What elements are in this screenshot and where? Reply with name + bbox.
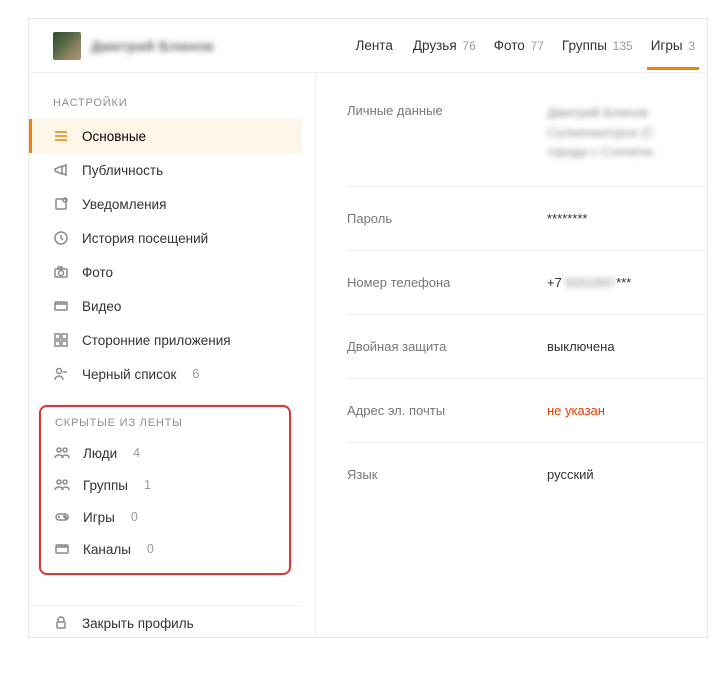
sidebar-item-history[interactable]: История посещений (29, 221, 301, 255)
sidebar-item-count: 4 (133, 446, 140, 460)
gamepad-icon (53, 508, 71, 526)
sidebar-item-label: Фото (82, 265, 113, 280)
sidebar-item-label: История посещений (82, 231, 208, 246)
nav-count: 77 (531, 39, 544, 53)
row-personal-data[interactable]: Личные данные Дмитрий Блинов Солнечногор… (347, 97, 707, 187)
sidebar-item-label: Группы (83, 478, 128, 493)
sidebar-item-count: 1 (144, 478, 151, 492)
nav-count: 135 (613, 39, 633, 53)
people-icon (53, 444, 71, 462)
main-panel: Личные данные Дмитрий Блинов Солнечногор… (317, 97, 707, 637)
row-phone[interactable]: Номер телефона +7 9261897*** (347, 251, 707, 315)
sidebar-item-label: Видео (82, 299, 121, 314)
sidebar-item-label: Сторонние приложения (82, 333, 231, 348)
row-label: Адрес эл. почты (347, 403, 547, 418)
lock-icon (52, 614, 70, 632)
nav-feed[interactable]: Лента (355, 38, 394, 53)
row-value: русский (547, 467, 707, 482)
top-bar: Дмитрий Блинов Лента Друзья 76 Фото 77 Г… (29, 19, 707, 73)
apps-icon (52, 331, 70, 349)
row-label: Номер телефона (347, 275, 547, 290)
bell-icon (52, 195, 70, 213)
nav-games[interactable]: Игры 3 (651, 38, 695, 53)
video-icon (52, 297, 70, 315)
top-nav: Лента Друзья 76 Фото 77 Группы 135 Игры … (355, 38, 695, 53)
nav-count: 76 (462, 39, 475, 53)
nav-groups[interactable]: Группы 135 (562, 38, 633, 53)
sidebar-item-label: Уведомления (82, 197, 166, 212)
row-label: Язык (347, 467, 547, 482)
row-password[interactable]: Пароль ******** (347, 187, 707, 251)
video-icon (53, 540, 71, 558)
sidebar-item-label: Публичность (82, 163, 163, 178)
sidebar-item-count: 0 (147, 542, 154, 556)
hidden-item-channels[interactable]: Каналы 0 (41, 533, 289, 565)
row-2fa[interactable]: Двойная защита выключена (347, 315, 707, 379)
sidebar-item-close-profile[interactable]: Закрыть профиль (29, 606, 301, 638)
sidebar-item-photo[interactable]: Фото (29, 255, 301, 289)
sidebar-item-count: 6 (192, 367, 199, 381)
people-icon (53, 476, 71, 494)
sidebar-section-settings: НАСТРОЙКИ (29, 97, 301, 119)
row-value: +7 9261897*** (547, 275, 707, 290)
sidebar-item-label: Черный список (82, 367, 176, 382)
row-value: выключена (547, 339, 707, 354)
menu-icon (52, 127, 70, 145)
nav-label: Лента (355, 38, 392, 53)
sidebar-item-apps[interactable]: Сторонние приложения (29, 323, 301, 357)
history-icon (52, 229, 70, 247)
blacklist-icon (52, 365, 70, 383)
sidebar-item-blacklist[interactable]: Черный список 6 (29, 357, 301, 391)
nav-label: Фото (494, 38, 525, 53)
username[interactable]: Дмитрий Блинов (91, 38, 214, 54)
sidebar-item-label: Люди (83, 446, 117, 461)
row-value: не указан (547, 403, 707, 418)
sidebar-section-hidden: СКРЫТЫЕ ИЗ ЛЕНТЫ (41, 417, 289, 437)
avatar[interactable] (53, 32, 81, 60)
nav-label: Друзья (413, 38, 457, 53)
sidebar-item-label: Каналы (83, 542, 131, 557)
row-label: Личные данные (347, 103, 547, 162)
sidebar: НАСТРОЙКИ Основные Публичность Уведомлен… (29, 97, 301, 637)
sidebar-item-video[interactable]: Видео (29, 289, 301, 323)
sidebar-item-count: 0 (131, 510, 138, 524)
sidebar-item-notifications[interactable]: Уведомления (29, 187, 301, 221)
camera-icon (52, 263, 70, 281)
hidden-from-feed-box: СКРЫТЫЕ ИЗ ЛЕНТЫ Люди 4 Группы 1 Игры 0 (39, 405, 291, 575)
row-language[interactable]: Язык русский (347, 443, 707, 506)
row-label: Пароль (347, 211, 547, 226)
sidebar-item-label: Основные (82, 129, 146, 144)
nav-label: Игры (651, 38, 683, 53)
row-email[interactable]: Адрес эл. почты не указан (347, 379, 707, 443)
megaphone-icon (52, 161, 70, 179)
nav-photo[interactable]: Фото 77 (494, 38, 544, 53)
row-value: Дмитрий Блинов Солнечногорск (С города с… (547, 103, 707, 162)
sidebar-item-general[interactable]: Основные (29, 119, 301, 153)
sidebar-item-publicity[interactable]: Публичность (29, 153, 301, 187)
sidebar-item-label: Закрыть профиль (82, 616, 194, 631)
row-value: ******** (547, 211, 707, 226)
nav-label: Группы (562, 38, 607, 53)
nav-friends[interactable]: Друзья 76 (413, 38, 476, 53)
hidden-item-groups[interactable]: Группы 1 (41, 469, 289, 501)
sidebar-item-label: Игры (83, 510, 115, 525)
row-label: Двойная защита (347, 339, 547, 354)
hidden-item-games[interactable]: Игры 0 (41, 501, 289, 533)
nav-count: 3 (688, 39, 695, 53)
hidden-item-people[interactable]: Люди 4 (41, 437, 289, 469)
